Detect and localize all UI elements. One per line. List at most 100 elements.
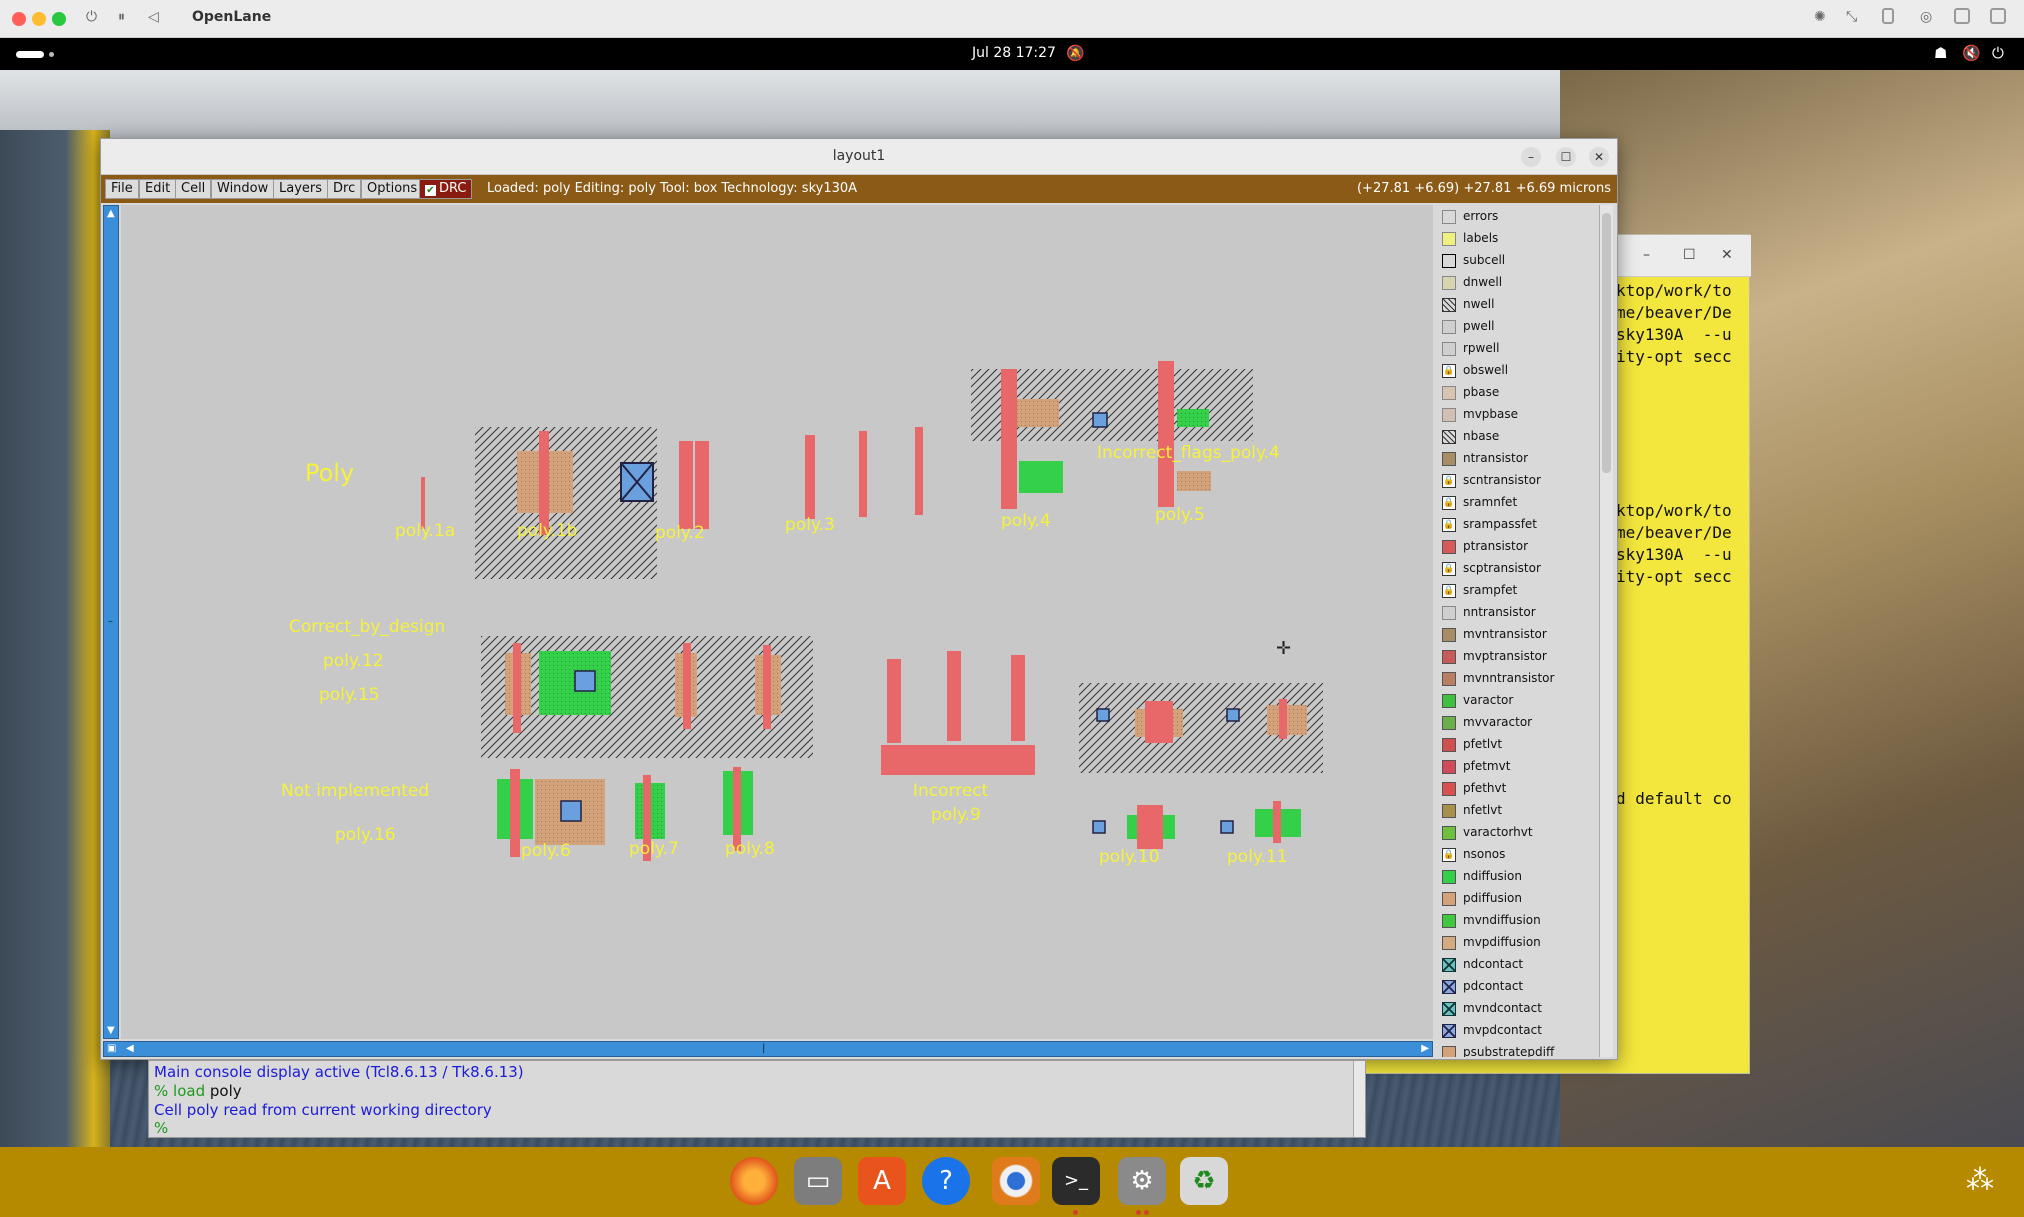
terminal-icon[interactable]: >_ xyxy=(1052,1157,1100,1205)
layer-labels[interactable]: labels xyxy=(1442,229,1592,249)
layer-scntransistor[interactable]: 🔒 scntransistor xyxy=(1442,471,1592,491)
zoom-dot-icon[interactable] xyxy=(52,12,66,26)
close-icon[interactable]: ✕ xyxy=(1589,147,1609,167)
activities-pill[interactable] xyxy=(16,51,44,58)
layer-nbase[interactable]: nbase xyxy=(1442,427,1592,447)
layer-mvvaractor[interactable]: mvvaractor xyxy=(1442,713,1592,733)
scroll-thumb[interactable]: – xyxy=(108,616,113,627)
layer-scptransistor[interactable]: 🔒 scptransistor xyxy=(1442,559,1592,579)
layer-mvpdcontact[interactable]: mvpdcontact xyxy=(1442,1021,1592,1041)
clock[interactable]: Jul 28 17:27 xyxy=(972,45,1056,61)
layer-psubstratepdiff[interactable]: psubstratepdiff xyxy=(1442,1043,1592,1057)
layer-srampassfet[interactable]: 🔒 srampassfet xyxy=(1442,515,1592,535)
layer-ndcontact[interactable]: ndcontact xyxy=(1442,955,1592,975)
layer-mvntransistor[interactable]: mvntransistor xyxy=(1442,625,1592,645)
close-icon[interactable]: ✕ xyxy=(1721,247,1733,263)
scroll-down-icon[interactable]: ▼ xyxy=(107,1025,115,1036)
layer-errors[interactable]: errors xyxy=(1442,207,1592,227)
menu-layers[interactable]: Layers xyxy=(273,179,329,199)
layer-dnwell[interactable]: dnwell xyxy=(1442,273,1592,293)
back-icon[interactable]: ◁ xyxy=(148,9,159,25)
volume-icon[interactable]: 🔇 xyxy=(1962,44,1981,62)
close-dot-icon[interactable] xyxy=(12,12,26,26)
maximize-icon[interactable]: ☐ xyxy=(1683,247,1696,263)
layer-scroll-thumb[interactable] xyxy=(1602,213,1611,473)
zoom-box-icon[interactable]: ▣ xyxy=(107,1043,116,1054)
scroll-right-icon[interactable]: ▶ xyxy=(1421,1043,1429,1054)
layout-canvas[interactable]: Poly poly.1a poly.1b poly.2 poly.3 poly.… xyxy=(121,205,1433,1039)
trash-icon[interactable]: ♻ xyxy=(1180,1157,1228,1205)
layer-subcell[interactable]: subcell xyxy=(1442,251,1592,271)
power-menu-icon[interactable]: ⏻ xyxy=(1992,44,2004,62)
scroll-thumb-h[interactable]: | xyxy=(762,1043,765,1054)
layer-palette[interactable]: errors labels subcell dnwell nwell pwell rpwel… xyxy=(1436,205,1596,1057)
network-icon[interactable]: ☗ xyxy=(1934,44,1947,62)
layer-mvndcontact[interactable]: mvndcontact xyxy=(1442,999,1592,1019)
layer-pdcontact[interactable]: pdcontact xyxy=(1442,977,1592,997)
tcl-console[interactable]: Main console display active (Tcl8.6.13 /… xyxy=(148,1060,1366,1138)
layer-mvpbase[interactable]: mvpbase xyxy=(1442,405,1592,425)
layer-swatch: 🔒 xyxy=(1442,562,1456,576)
minimize-icon[interactable]: – xyxy=(1643,247,1650,263)
menu-window[interactable]: Window xyxy=(211,179,275,199)
console-scrollbar[interactable] xyxy=(1353,1061,1365,1137)
layer-pdiffusion[interactable]: pdiffusion xyxy=(1442,889,1592,909)
menu-edit[interactable]: Edit xyxy=(139,179,177,199)
layer-pfetmvt[interactable]: pfetmvt xyxy=(1442,757,1592,777)
blender-icon[interactable] xyxy=(992,1157,1040,1205)
layer-pfethvt[interactable]: pfethvt xyxy=(1442,779,1592,799)
layer-srampfet[interactable]: 🔒 srampfet xyxy=(1442,581,1592,601)
help-icon[interactable]: ? xyxy=(922,1157,970,1205)
console-input-prompt[interactable]: % xyxy=(154,1119,168,1137)
layer-ndiffusion[interactable]: ndiffusion xyxy=(1442,867,1592,887)
layer-mvptransistor[interactable]: mvptransistor xyxy=(1442,647,1592,667)
settings-icon[interactable]: ⚙ xyxy=(1118,1157,1166,1205)
brightness-icon[interactable]: ✺ xyxy=(1814,9,1826,25)
scroll-up-icon[interactable]: ▲ xyxy=(107,208,115,219)
pause-icon[interactable]: ⏸ xyxy=(118,9,125,25)
files-icon[interactable]: ▭ xyxy=(794,1157,842,1205)
layer-ptransistor[interactable]: ptransistor xyxy=(1442,537,1592,557)
layer-obswell[interactable]: 🔒 obswell xyxy=(1442,361,1592,381)
minimize-icon[interactable]: – xyxy=(1521,147,1541,167)
menu-options[interactable]: Options xyxy=(361,179,424,199)
menu-cell[interactable]: Cell xyxy=(175,179,212,199)
show-apps-icon[interactable]: ⁂ xyxy=(1966,1163,1994,1196)
app-center-icon[interactable]: A xyxy=(858,1157,906,1205)
drc-toggle[interactable]: ✔ DRC xyxy=(419,179,473,199)
menu-file[interactable]: File xyxy=(105,179,139,199)
share-icon[interactable]: ◎ xyxy=(1920,9,1932,25)
maximize-icon[interactable]: ☐ xyxy=(1556,147,1576,167)
layer-nntransistor[interactable]: nntransistor xyxy=(1442,603,1592,623)
layer-pwell[interactable]: pwell xyxy=(1442,317,1592,337)
layer-sramnfet[interactable]: 🔒 sramnfet xyxy=(1442,493,1592,513)
usb-icon[interactable] xyxy=(1882,8,1894,24)
minimize-dot-icon[interactable] xyxy=(32,12,46,26)
windows-icon[interactable] xyxy=(1990,8,2006,24)
layer-mvndiffusion[interactable]: mvndiffusion xyxy=(1442,911,1592,931)
expand-icon[interactable]: ⤡ xyxy=(1846,9,1857,25)
scroll-left-icon[interactable]: ◀ xyxy=(126,1043,134,1054)
firefox-icon[interactable] xyxy=(730,1157,778,1205)
power-icon[interactable]: ⏻ xyxy=(86,9,97,25)
magic-title-bar[interactable]: layout1 – ☐ ✕ xyxy=(101,139,1617,175)
layer-rpwell[interactable]: rpwell xyxy=(1442,339,1592,359)
magic-layout-window[interactable]: layout1 – ☐ ✕ File Edit Cell Window Laye… xyxy=(100,138,1618,1060)
layer-mvnntransistor[interactable]: mvnntransistor xyxy=(1442,669,1592,689)
folder-icon[interactable] xyxy=(1954,8,1970,24)
layer-pfetlvt[interactable]: pfetlvt xyxy=(1442,735,1592,755)
layer-varactor[interactable]: varactor xyxy=(1442,691,1592,711)
layer-scrollbar[interactable] xyxy=(1599,205,1613,1057)
layer-ntransistor[interactable]: ntransistor xyxy=(1442,449,1592,469)
layer-nwell[interactable]: nwell xyxy=(1442,295,1592,315)
layer-mvpdiffusion[interactable]: mvpdiffusion xyxy=(1442,933,1592,953)
menu-drc[interactable]: Drc xyxy=(327,179,362,199)
layer-nfetlvt[interactable]: nfetlvt xyxy=(1442,801,1592,821)
layer-nsonos[interactable]: 🔒 nsonos xyxy=(1442,845,1592,865)
horizontal-scrollbar[interactable]: ▣ ◀ | ▶ xyxy=(103,1041,1433,1057)
vertical-scrollbar[interactable]: ▲ – ▼ xyxy=(103,205,119,1039)
workspace-dot xyxy=(49,52,54,57)
cursor-coordinates: (+27.81 +6.69) +27.81 +6.69 microns xyxy=(1356,181,1611,196)
layer-varactorhvt[interactable]: varactorhvt xyxy=(1442,823,1592,843)
layer-pbase[interactable]: pbase xyxy=(1442,383,1592,403)
